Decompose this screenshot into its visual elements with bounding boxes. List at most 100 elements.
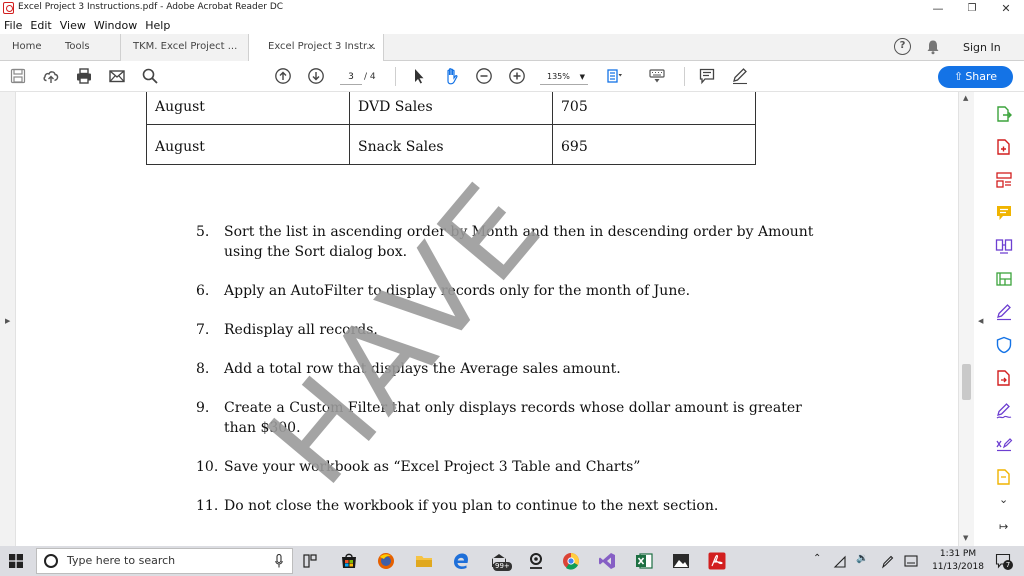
combine-files-icon[interactable] xyxy=(995,237,1013,255)
scroll-down-icon[interactable]: ▼ xyxy=(963,534,968,542)
select-cursor-icon[interactable] xyxy=(410,67,428,85)
menu-help[interactable]: Help xyxy=(141,17,174,34)
tab-document-tkm[interactable]: TKM. Excel Project ... xyxy=(120,34,248,61)
tab-document-label: Excel Project 3 Instr... xyxy=(268,41,376,52)
search-placeholder: Type here to search xyxy=(67,554,176,567)
protect-icon[interactable] xyxy=(995,336,1013,354)
share-label: Share xyxy=(965,70,998,83)
table-cell-category: DVD Sales xyxy=(349,92,553,125)
menu-view[interactable]: View xyxy=(56,17,90,34)
pen-icon[interactable] xyxy=(880,553,894,569)
maps-icon[interactable] xyxy=(526,551,546,571)
acrobat-app-icon xyxy=(3,2,14,14)
vertical-scrollbar[interactable]: ▲ ▼ xyxy=(958,92,974,546)
sign-in-link[interactable]: Sign In xyxy=(963,34,1001,61)
expand-left-panel-icon[interactable]: ▶ xyxy=(5,317,10,325)
step-text: Create a Custom Filter that only display… xyxy=(224,400,802,436)
close-window-button[interactable]: ✕ xyxy=(989,0,1023,17)
menu-edit[interactable]: Edit xyxy=(26,17,55,34)
cloud-upload-icon[interactable] xyxy=(42,67,60,85)
list-item: 11. Do not close the workbook if you plan… xyxy=(196,496,836,516)
minimize-button[interactable]: — xyxy=(921,0,955,17)
step-number: 11. xyxy=(196,498,219,514)
step-number: 6. xyxy=(196,283,210,299)
edge-icon[interactable] xyxy=(451,551,471,571)
clock-date: 11/13/2018 xyxy=(932,562,984,572)
sign-icon[interactable] xyxy=(731,67,749,85)
photos-icon[interactable] xyxy=(671,551,691,571)
pdf-page[interactable]: August DVD Sales 705 August Snack Sales … xyxy=(16,92,958,546)
table-cell-month: August xyxy=(146,124,350,165)
windows-taskbar: Type here to search 99+ ⌃ 🔉 1:31 PM 11/1… xyxy=(0,546,1024,576)
chrome-icon[interactable] xyxy=(561,551,581,571)
collapse-tools-icon[interactable]: ↦ xyxy=(999,520,1008,533)
save-icon[interactable] xyxy=(9,67,27,85)
step-text: Apply an AutoFilter to display records o… xyxy=(224,283,691,299)
zoom-in-icon[interactable] xyxy=(508,67,526,85)
search-icon[interactable] xyxy=(141,67,159,85)
step-text: Save your workbook as “Excel Project 3 T… xyxy=(224,459,641,475)
zoom-out-icon[interactable] xyxy=(475,67,493,85)
step-number: 5. xyxy=(196,224,210,240)
collapse-panel-icon[interactable]: ◀ xyxy=(978,317,983,325)
share-button[interactable]: ⇧ Share xyxy=(938,66,1013,88)
keyboard-tray-icon[interactable] xyxy=(904,554,918,568)
scrollbar-thumb[interactable] xyxy=(962,364,971,400)
page-down-icon[interactable] xyxy=(307,67,325,85)
system-clock[interactable]: 1:31 PM 11/13/2018 xyxy=(930,548,986,574)
wifi-icon[interactable] xyxy=(833,554,847,568)
send-for-signature-icon[interactable] xyxy=(995,402,1013,420)
comment-tool-icon[interactable] xyxy=(995,204,1013,222)
scroll-up-icon[interactable]: ▲ xyxy=(963,94,968,102)
task-view-icon[interactable] xyxy=(300,551,320,571)
tab-document-excel-project[interactable]: Excel Project 3 Instr... × xyxy=(248,34,384,62)
help-icon[interactable]: ? xyxy=(894,38,911,55)
toolbar: 3 / 4 135% ▼ ⇧ Share xyxy=(0,61,1024,92)
export-pdf-icon[interactable] xyxy=(995,105,1013,123)
certificate-icon[interactable] xyxy=(995,435,1013,453)
acrobat-icon[interactable] xyxy=(707,551,727,571)
chevron-down-icon[interactable]: ⌄ xyxy=(999,493,1008,506)
print-icon[interactable] xyxy=(75,67,93,85)
zoom-level-select[interactable]: 135% ▼ xyxy=(540,69,588,85)
table-cell-amount: 705 xyxy=(552,92,756,125)
menu-file[interactable]: File xyxy=(0,17,26,34)
visual-studio-icon[interactable] xyxy=(597,551,617,571)
page-up-icon[interactable] xyxy=(274,67,292,85)
send-for-review-icon[interactable] xyxy=(995,369,1013,387)
list-item: 8. Add a total row that displays the Aver… xyxy=(196,359,836,379)
menu-window[interactable]: Window xyxy=(90,17,141,34)
tab-tools[interactable]: Tools xyxy=(65,34,90,61)
toolbar-divider xyxy=(684,67,685,86)
organize-pages-icon[interactable] xyxy=(995,171,1013,189)
volume-icon[interactable]: 🔉 xyxy=(856,553,868,564)
keyboard-icon[interactable] xyxy=(648,67,666,85)
table-row: August Snack Sales 695 xyxy=(146,124,756,165)
step-text: Add a total row that displays the Averag… xyxy=(224,361,621,377)
comment-icon[interactable] xyxy=(698,67,716,85)
page-number-input[interactable]: 3 xyxy=(340,69,362,85)
maximize-button[interactable]: ❐ xyxy=(955,0,989,17)
excel-icon[interactable] xyxy=(634,551,654,571)
email-icon[interactable] xyxy=(108,67,126,85)
title-bar: Excel Project 3 Instructions.pdf - Adobe… xyxy=(0,0,1024,17)
step-text: Sort the list in ascending order by Mont… xyxy=(224,224,814,260)
file-explorer-icon[interactable] xyxy=(414,551,434,571)
taskbar-search-box[interactable]: Type here to search xyxy=(36,548,293,574)
tab-home[interactable]: Home xyxy=(12,34,42,61)
fit-page-icon[interactable] xyxy=(605,67,623,85)
hand-icon[interactable] xyxy=(443,67,461,85)
table-cell-month: August xyxy=(146,92,350,125)
notifications-bell-icon[interactable] xyxy=(925,39,941,55)
windows-start-icon[interactable] xyxy=(9,554,23,568)
window-title: Excel Project 3 Instructions.pdf - Adobe… xyxy=(18,2,284,12)
firefox-icon[interactable] xyxy=(376,551,396,571)
edit-pdf-icon[interactable] xyxy=(995,270,1013,288)
fill-sign-icon[interactable] xyxy=(995,303,1013,321)
stamp-icon[interactable] xyxy=(995,468,1013,486)
create-pdf-icon[interactable] xyxy=(995,138,1013,156)
tray-overflow-icon[interactable]: ⌃ xyxy=(813,553,821,564)
microphone-icon[interactable] xyxy=(275,554,283,568)
store-icon[interactable] xyxy=(339,551,359,571)
tab-close-icon[interactable]: × xyxy=(367,34,375,60)
